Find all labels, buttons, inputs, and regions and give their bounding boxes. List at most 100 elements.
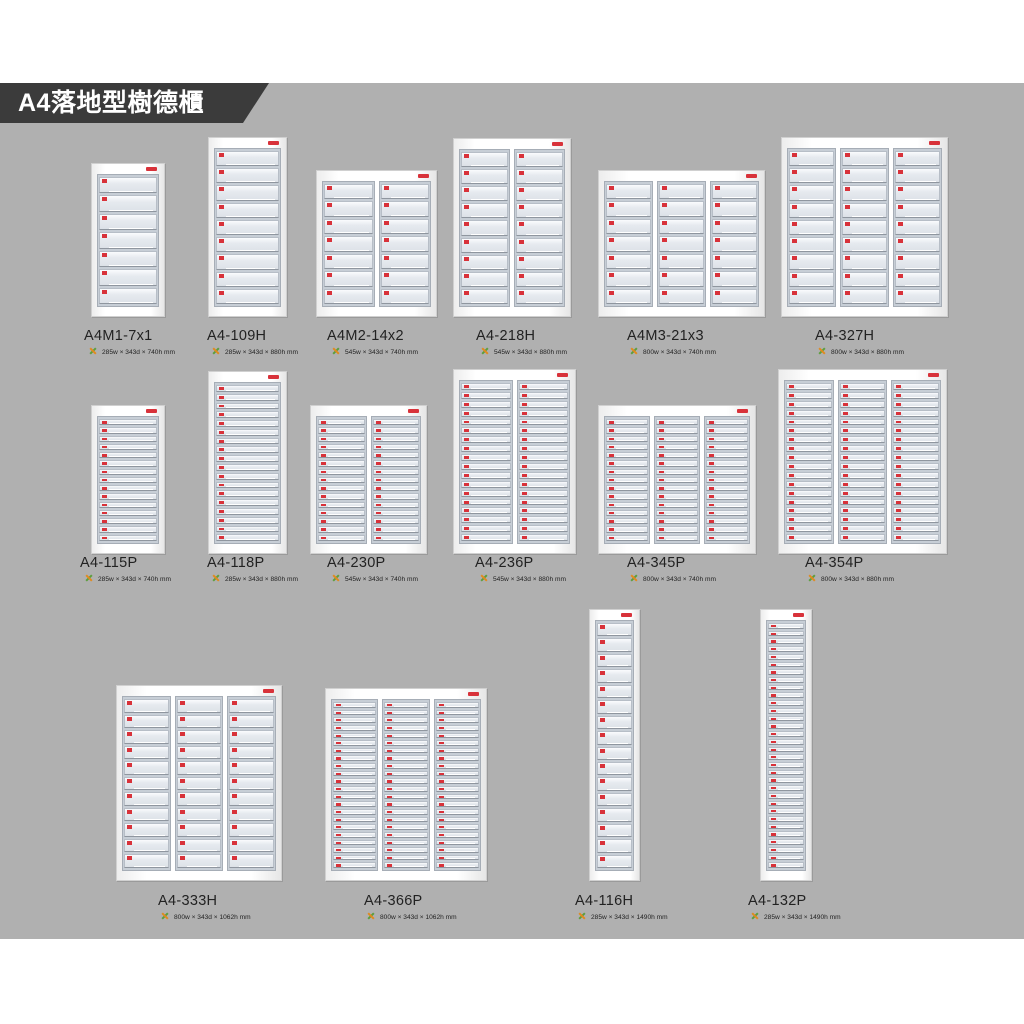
drawer [435,732,479,739]
drawer [318,526,365,533]
drawer-column [378,181,431,307]
drawer [706,476,748,484]
drawer [461,516,511,524]
drawer [768,785,804,791]
drawer [606,485,648,492]
drawer [842,202,887,218]
dimension-bullet-icon [578,912,586,920]
drawer [768,777,804,784]
drawer [384,717,428,723]
drawer [99,177,157,194]
dimension-bullet-icon [332,347,340,355]
drawer [99,213,157,231]
drawer [842,168,887,184]
drawer [606,493,648,500]
drawer [606,236,651,252]
drawer [99,476,157,484]
drawer [216,507,279,515]
drawer [768,731,804,737]
drawer [461,383,511,390]
drawer [461,454,511,462]
drawer [333,732,377,739]
dimension-bullet-icon [808,574,816,582]
drawer [656,526,698,533]
dimensions-label: 800w × 343d × 740h mm [630,574,716,584]
drawer [99,287,157,304]
drawer [606,419,648,426]
drawer [124,699,169,713]
dimensions-label: 285w × 343d × 1490h mm [751,912,841,922]
drawer [99,534,157,541]
drawer [786,383,832,390]
drawer [216,202,279,218]
drawer [706,509,748,517]
drawer [768,761,804,768]
cabinet-image [91,405,165,554]
drawer [461,220,508,236]
drawer [839,507,886,515]
brand-logo-icon [268,375,279,379]
drawer [597,792,632,807]
brand-logo-icon [408,409,419,413]
drawer [659,184,704,200]
drawer [176,823,222,837]
page-title: A4落地型樹德櫃 [18,89,204,117]
drawer [656,427,698,434]
drawer [706,493,748,500]
drawer [124,792,169,806]
model-label: A4-218H [476,328,536,344]
model-label: A4-115P [80,555,138,571]
drawer-column [459,380,513,544]
drawer [656,460,698,467]
model-label: A4-116H [575,893,634,909]
drawer [839,445,886,453]
dimensions-text: 285w × 343d × 740h mm [102,349,175,356]
drawer [216,393,279,401]
drawer [518,454,568,462]
drawer [461,152,508,168]
drawer [99,526,157,533]
drawer [318,427,365,434]
dimensions-text: 285w × 343d × 880h mm [225,349,298,356]
drawer [384,740,428,746]
drawer [786,498,832,506]
drawer [597,731,632,745]
drawer [606,452,648,459]
cabinet-image [316,170,437,317]
drawer [606,476,648,484]
drawer [786,463,832,470]
drawer [893,418,939,426]
brand-logo-icon [557,373,568,377]
drawer [435,770,479,777]
brand-logo-icon [468,692,479,696]
title-bar: A4落地型樹德櫃 [0,83,269,123]
drawer [659,218,704,235]
drawer [516,186,563,202]
cabinet-image [778,369,947,554]
drawer [318,476,365,484]
drawer [380,218,429,235]
drawer [895,271,940,287]
cabinet-image [453,369,576,554]
drawer [839,418,886,426]
dimensions-label: 545w × 343d × 880h mm [480,574,566,584]
drawer [789,151,834,167]
drawer-column [893,148,942,307]
drawer [597,684,632,699]
model-label: A4-230P [327,555,386,571]
drawer [893,454,939,462]
drawer [229,745,274,760]
drawer [606,435,648,442]
drawer [597,700,632,714]
drawer [768,769,804,776]
drawer [216,490,279,498]
drawer [516,169,563,185]
cabinet-image [598,405,756,554]
drawer [99,468,157,475]
drawer [435,755,479,762]
drawer [516,203,563,219]
drawer [768,754,804,760]
drawer [768,692,804,699]
drawer-column [710,181,759,307]
brand-logo-icon [552,142,563,146]
